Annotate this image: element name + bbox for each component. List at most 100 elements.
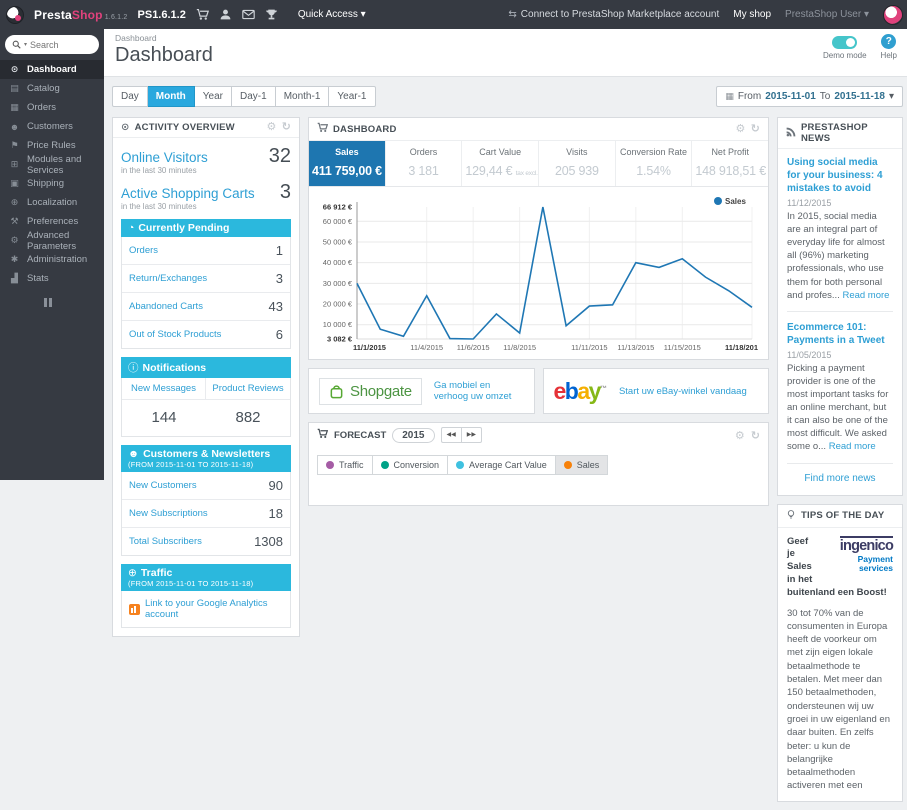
average-cart-value-dot-icon [456,461,465,470]
range-day-1-button[interactable]: Day-1 [232,86,276,107]
refresh-icon[interactable]: ↻ [282,122,291,133]
search-input[interactable] [30,39,89,50]
user-avatar[interactable] [883,4,903,25]
pending-row-abandoned-carts: Abandoned Carts 43 [122,292,290,320]
help-icon[interactable]: ? [881,34,897,49]
news-article: Using social media for your business: 4 … [787,156,893,302]
date-range-picker[interactable]: ▦ From 2015-11-01 To 2015-11-18 ▾ [716,86,903,107]
news-article-title[interactable]: Using social media for your business: 4 … [787,156,893,195]
search-scope-caret[interactable]: ▾ [24,41,27,48]
trophy-icon[interactable] [265,8,278,21]
news-article-title[interactable]: Ecommerce 101: Payments in a Tweet [787,321,893,347]
shop-name-link[interactable]: PS1.6.1.2 [138,9,186,21]
kpi-tab-conversion-rate[interactable]: Conversion Rate 1.54% [616,141,693,186]
kpi-tab-cart-value[interactable]: Cart Value 129,44 € tax excl. [462,141,540,186]
my-shop-link[interactable]: My shop [733,9,771,20]
range-buttons: Day Month Year Day-1 Month-1 Year-1 [112,86,376,107]
sidebar-item-advanced-parameters[interactable]: ⚙ Advanced Parameters [0,230,104,252]
range-year-button[interactable]: Year [194,86,233,107]
ebay-logo: ebay™ [553,377,607,404]
sidebar-item-orders[interactable]: ▦ Orders [0,98,104,117]
active-carts-link[interactable]: Active Shopping Carts [121,186,255,201]
legend-sales-button[interactable]: Sales [555,455,609,476]
traffic-dot-icon [326,461,334,470]
refresh-icon[interactable]: ↻ [751,123,760,135]
read-more-link[interactable]: Read more [829,441,876,452]
breadcrumb[interactable]: Dashboard [115,33,907,43]
sidebar-item-localization[interactable]: ⊕ Localization [0,193,104,212]
news-article-date: 11/12/2015 [787,198,832,208]
kpi-tab-orders[interactable]: Orders 3 181 [386,141,463,186]
sidebar-item-dashboard[interactable]: ⊙ Dashboard [0,60,104,79]
svg-text:11/4/2015: 11/4/2015 [410,343,443,352]
currently-pending-header: ◔ Currently Pending [121,219,291,237]
sidebar-item-modules[interactable]: ⊞ Modules and Services [0,154,104,176]
svg-text:30 000 €: 30 000 € [323,279,353,288]
range-year-1-button[interactable]: Year-1 [329,86,376,107]
sales-dot-icon [563,461,572,470]
prestashop-logo[interactable] [6,5,24,24]
marketplace-link[interactable]: ⇆ Connect to PrestaShop Marketplace accou… [508,9,719,20]
dashboard-panel: DASHBOARD ⚙ ↻ Sales411 759,00 € tax excl… [308,117,769,360]
cart-icon[interactable] [196,8,209,21]
legend-traffic-button[interactable]: Traffic [317,455,373,476]
kpi-tab-visits[interactable]: Visits 205 939 [539,141,616,186]
forecast-next-button[interactable]: ▶▶ [460,427,482,444]
ebay-link[interactable]: Start uw eBay-winkel vandaag [619,386,747,397]
sidebar-item-price-rules[interactable]: ⚑ Price Rules [0,136,104,155]
notifications-header: ⓘ Notifications [121,357,291,378]
gear-icon[interactable]: ⚙ [267,122,277,133]
sidebar-item-administration[interactable]: ✱ Administration [0,250,104,269]
tips-of-the-day-panel: TIPS OF THE DAY ingenico Payment service… [777,503,903,802]
person-icon: ☻ [128,448,140,460]
legend-conversion-button[interactable]: Conversion [372,455,449,476]
kpi-tab-sales[interactable]: Sales411 759,00 € tax excl. [309,141,386,186]
modules-icon: ⊞ [10,159,19,169]
read-more-link[interactable]: Read more [842,290,889,301]
ebay-banner: ebay™ Start uw eBay-winkel vandaag [542,368,769,414]
online-visitors-link[interactable]: Online Visitors [121,150,208,165]
forecast-prev-button[interactable]: ◀◀ [440,427,461,444]
sidebar-item-shipping[interactable]: ▣ Shipping [0,174,104,193]
date-filter-bar: Day Month Year Day-1 Month-1 Year-1 ▦ Fr… [112,86,903,107]
svg-text:66 912 €: 66 912 € [323,203,353,212]
demo-mode-toggle[interactable] [832,36,858,49]
news-article-body: In 2015, social media are an integral pa… [787,211,890,301]
clock-icon: ⊙ [121,122,130,133]
sidebar: ▾ ⊙Dashboard ▤Catalog ▦Orders ☻Customers… [0,29,104,480]
range-month-1-button[interactable]: Month-1 [275,86,330,107]
shopgate-link[interactable]: Ga mobiel en verhoog uw omzet [434,380,524,402]
person-icon[interactable] [219,8,232,21]
refresh-icon[interactable]: ↻ [751,429,760,442]
sidebar-item-catalog[interactable]: ▤ Catalog [0,79,104,98]
sidebar-item-stats[interactable]: ▟ Stats [0,269,104,288]
svg-text:3 082 €: 3 082 € [327,335,353,344]
sidebar-item-customers[interactable]: ☻ Customers [0,117,104,136]
double-chevron-right-icon: ▶▶ [466,432,476,438]
find-more-news-link[interactable]: Find more news [787,473,893,486]
marketplace-icon: ⇆ [508,9,517,20]
shopping-bag-icon [330,384,343,398]
traffic-header: ⊕ Traffic (FROM 2015-11-01 TO 2015-11-18) [121,564,291,591]
kpi-tab-net-profit[interactable]: Net Profit148 918,51 € tax excl. [692,141,768,186]
sidebar-item-preferences[interactable]: ⚒ Preferences [0,212,104,231]
new-messages-link[interactable]: New Messages [122,378,206,400]
legend-average-cart-value-button[interactable]: Average Cart Value [448,455,556,476]
new-messages-value: 144 [151,409,177,426]
google-analytics-link[interactable]: Link to your Google Analytics account [121,591,291,628]
forecast-panel: FORECAST 2015 ◀◀ ▶▶ ⚙ ↻ Traffic Conversi… [308,422,769,507]
range-month-button[interactable]: Month [147,86,195,107]
svg-text:11/1/2015: 11/1/2015 [353,343,386,352]
gear-icon[interactable]: ⚙ [735,429,745,442]
pending-row-out-of-stock: Out of Stock Products 6 [122,320,290,348]
range-day-button[interactable]: Day [112,86,148,107]
user-menu[interactable]: PrestaShop User ▾ [785,9,869,20]
svg-text:11/18/201: 11/18/201 [725,343,758,352]
gear-icon[interactable]: ⚙ [736,123,746,135]
chevron-down-icon: ▾ [888,91,894,102]
page-header: Dashboard Dashboard Demo mode ? Help [104,29,907,77]
product-reviews-link[interactable]: Product Reviews [206,378,290,400]
quick-access-dropdown[interactable]: Quick Access ▾ [298,9,366,20]
collapse-menu-icon[interactable] [44,298,104,307]
envelope-icon[interactable] [242,8,255,21]
